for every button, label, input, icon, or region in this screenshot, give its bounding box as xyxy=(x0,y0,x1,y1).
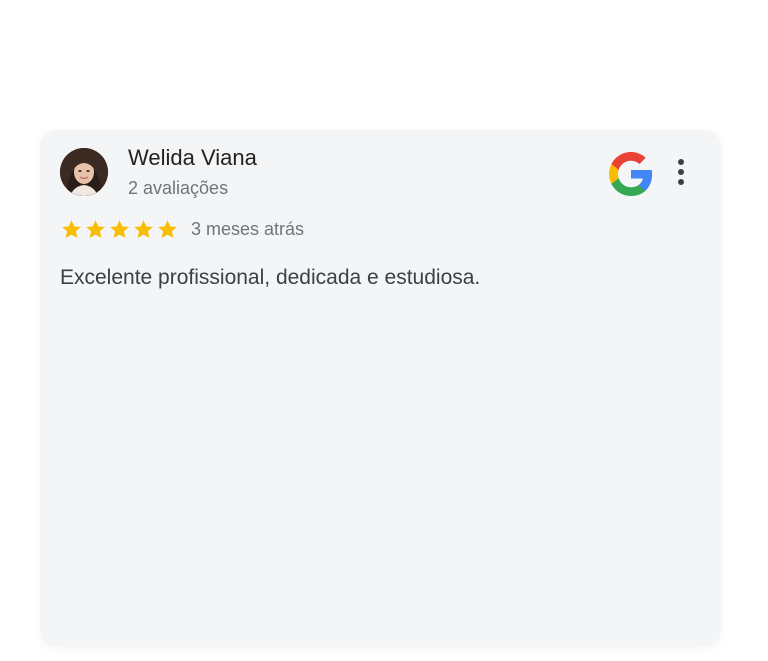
more-vertical-icon xyxy=(678,159,684,165)
review-date: 3 meses atrás xyxy=(191,218,305,239)
review-card: Welida Viana 2 avaliações 3 meses atrás … xyxy=(40,130,721,647)
avatar[interactable] xyxy=(60,148,108,196)
star-icon xyxy=(86,219,105,238)
star-icon xyxy=(134,219,153,238)
page: Welida Viana 2 avaliações 3 meses atrás … xyxy=(0,0,768,661)
review-text: Excelente profissional, dedicada e estud… xyxy=(60,266,481,289)
avatar-photo xyxy=(60,148,108,196)
more-options-button[interactable] xyxy=(670,152,692,192)
google-icon xyxy=(607,150,655,198)
review-count: 2 avaliações xyxy=(128,178,229,198)
star-icon xyxy=(158,219,177,238)
rating-row: 3 meses atrás xyxy=(60,216,304,242)
star-icon xyxy=(110,219,129,238)
star-icon xyxy=(62,219,81,238)
star-rating xyxy=(60,218,179,241)
author-name[interactable]: Welida Viana xyxy=(128,145,257,171)
